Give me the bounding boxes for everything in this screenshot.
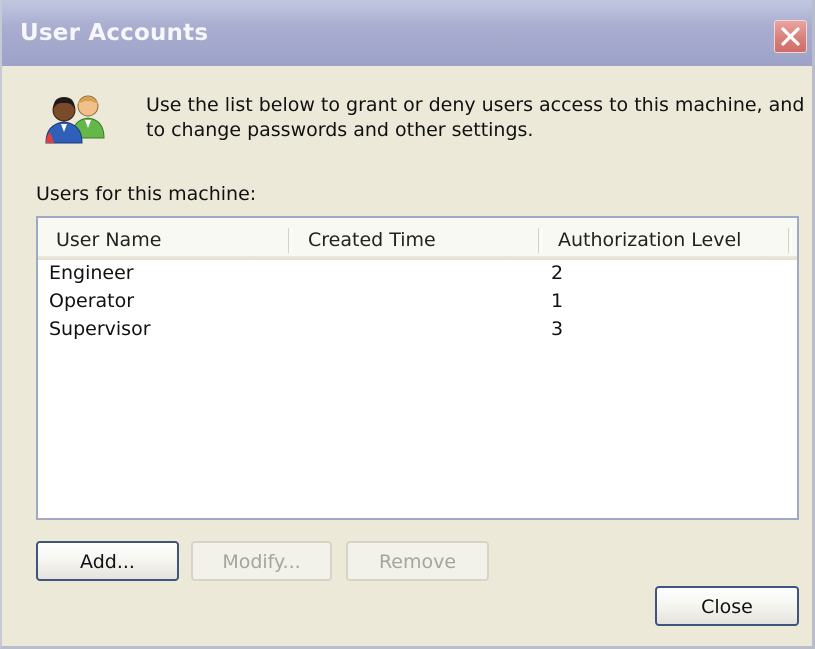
column-header-created-time[interactable]: Created Time [308,218,436,260]
close-x-icon [781,27,800,46]
cell-authorization-level: 1 [551,290,564,312]
cell-user-name: Engineer [49,262,134,284]
column-header-user-name[interactable]: User Name [56,218,161,260]
close-button[interactable]: Close [655,586,799,626]
user-accounts-dialog: User Accounts Use the list below to gran… [0,0,815,649]
table-row[interactable]: Operator 1 [38,288,797,316]
window-title: User Accounts [20,20,209,46]
remove-button[interactable]: Remove [346,541,489,581]
users-list-label: Users for this machine: [36,183,257,205]
intro-text: Use the list below to grant or deny user… [146,94,805,141]
users-list[interactable]: User Name Created Time Authorization Lev… [36,216,799,520]
table-row[interactable]: Supervisor 3 [38,316,797,344]
add-button[interactable]: Add... [36,541,179,581]
column-separator[interactable] [288,228,292,253]
title-bar[interactable]: User Accounts [2,0,812,66]
modify-button[interactable]: Modify... [191,541,332,581]
cell-user-name: Supervisor [49,318,151,340]
cell-authorization-level: 2 [551,262,564,284]
cell-user-name: Operator [49,290,135,312]
column-separator[interactable] [788,228,792,253]
users-icon [45,95,105,144]
cell-authorization-level: 3 [551,318,564,340]
column-header-authorization-level[interactable]: Authorization Level [558,218,741,260]
close-window-button[interactable] [774,20,807,53]
table-row[interactable]: Engineer 2 [38,260,797,288]
list-header: User Name Created Time Authorization Lev… [38,218,797,260]
column-separator[interactable] [538,228,542,253]
